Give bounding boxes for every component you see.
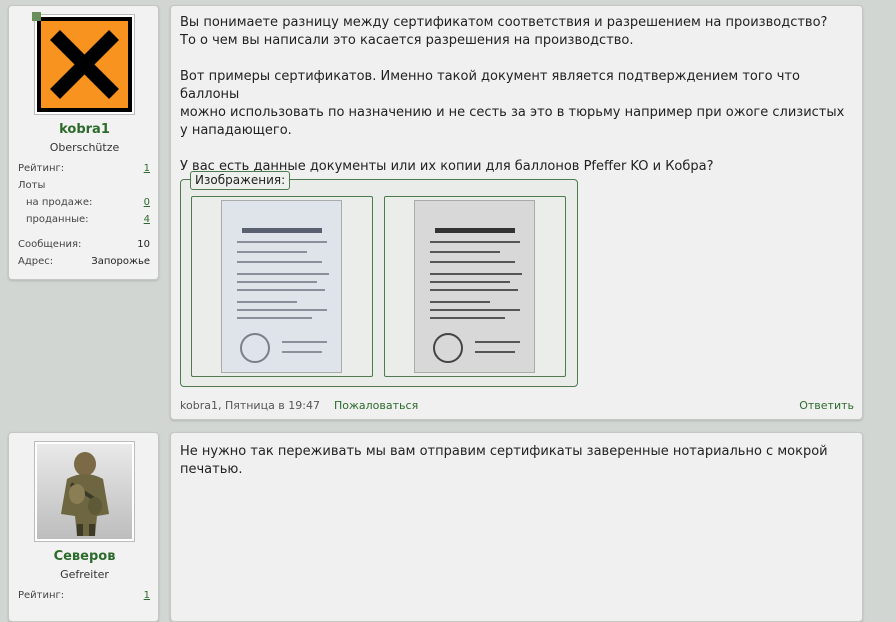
message-text: Вы понимаете разницу между сертификатом … bbox=[180, 14, 850, 176]
certificate-image bbox=[221, 200, 342, 373]
message-line: Не нужно так переживать мы вам отправим … bbox=[180, 444, 828, 459]
rating-link[interactable]: 1 bbox=[144, 590, 150, 601]
reply-link[interactable]: Ответить bbox=[799, 399, 854, 412]
message-line: печатью. bbox=[180, 462, 243, 477]
report-link[interactable]: Пожаловаться bbox=[334, 399, 418, 412]
stat-messages: Сообщения: 10 bbox=[18, 239, 150, 254]
user-info-panel: kobra1 Oberschütze Рейтинг: 1 Лоты на пр… bbox=[8, 5, 159, 280]
on-sale-link[interactable]: 0 bbox=[144, 197, 150, 208]
message-line: можно использовать по назначению и не се… bbox=[180, 105, 845, 120]
stat-label: Рейтинг: bbox=[18, 163, 65, 174]
stat-label: на продаже: bbox=[26, 197, 93, 208]
message-line: Вот примеры сертификатов. Именно такой д… bbox=[180, 69, 800, 102]
sold-link[interactable]: 4 bbox=[144, 214, 150, 225]
message-text: Не нужно так переживать мы вам отправим … bbox=[180, 443, 850, 479]
stat-rating: Рейтинг: 1 bbox=[18, 590, 150, 605]
attachment-thumbnail-1[interactable] bbox=[191, 196, 373, 377]
attachments-label: Изображения: bbox=[190, 171, 291, 190]
avatar[interactable] bbox=[34, 14, 135, 115]
message-body: Вы понимаете разницу между сертификатом … bbox=[170, 5, 863, 420]
username[interactable]: Северов bbox=[9, 549, 160, 564]
online-indicator bbox=[32, 12, 41, 21]
stat-on-sale: на продаже: 0 bbox=[18, 197, 150, 212]
stat-label: Адрес: bbox=[18, 256, 54, 267]
stat-label: Сообщения: bbox=[18, 239, 82, 250]
message-line: Вы понимаете разницу между сертификатом … bbox=[180, 15, 828, 30]
message-body: Не нужно так переживать мы вам отправим … bbox=[170, 432, 863, 622]
stat-address: Адрес: Запорожье bbox=[18, 256, 150, 271]
stat-label: проданные: bbox=[26, 214, 89, 225]
stat-sold: проданные: 4 bbox=[18, 214, 150, 229]
user-info-panel: Северов Gefreiter Рейтинг: 1 bbox=[8, 432, 159, 622]
hazard-x-icon bbox=[37, 17, 132, 112]
rating-link[interactable]: 1 bbox=[144, 163, 150, 174]
stat-label: Рейтинг: bbox=[18, 590, 65, 601]
stat-label: Лоты bbox=[18, 180, 46, 191]
message-line: у нападающего. bbox=[180, 123, 292, 138]
certificate-image bbox=[414, 200, 535, 373]
attachments-box: Изображения: bbox=[180, 171, 578, 387]
username[interactable]: kobra1 bbox=[9, 122, 160, 137]
address-value: Запорожье bbox=[91, 256, 150, 267]
post-author-time: kobra1, Пятница в 19:47 bbox=[180, 399, 320, 412]
message-footer: kobra1, Пятница в 19:47 Пожаловаться Отв… bbox=[180, 399, 854, 415]
avatar[interactable] bbox=[34, 441, 135, 542]
stat-rating: Рейтинг: 1 bbox=[18, 163, 150, 178]
soldier-avatar-icon bbox=[37, 444, 132, 539]
stat-lots: Лоты bbox=[18, 180, 150, 195]
messages-count: 10 bbox=[137, 239, 150, 250]
attachment-thumbnail-2[interactable] bbox=[384, 196, 566, 377]
message-line: То о чем вы написали это касается разреш… bbox=[180, 33, 634, 48]
user-rank: Oberschütze bbox=[49, 141, 120, 154]
user-rank: Gefreiter bbox=[60, 568, 109, 581]
